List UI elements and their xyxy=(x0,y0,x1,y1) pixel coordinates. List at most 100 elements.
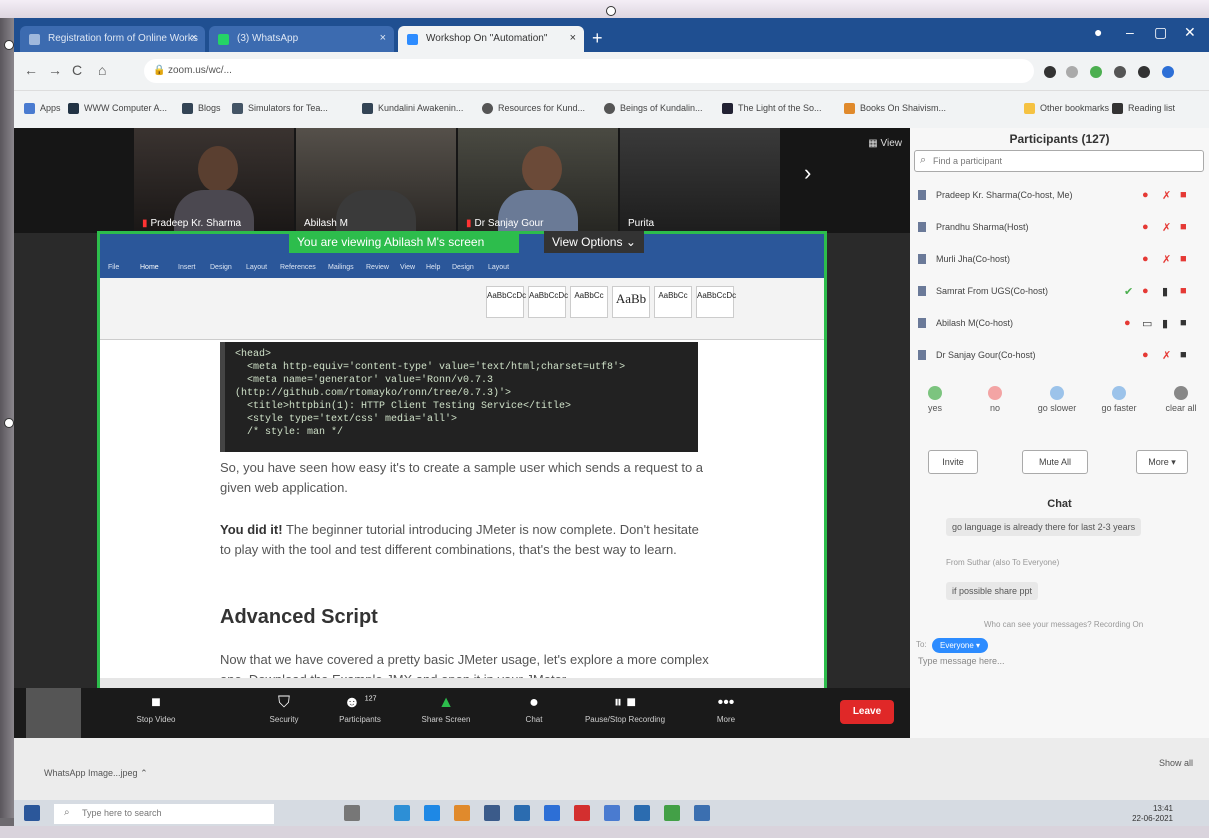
chevron-right-icon[interactable]: › xyxy=(804,160,811,186)
bookmark-item[interactable]: Resources for Kund... xyxy=(482,103,585,114)
extension-icon[interactable] xyxy=(1114,66,1126,78)
opera-icon[interactable] xyxy=(574,805,590,821)
tab-workshop[interactable]: Workshop On "Automation" × xyxy=(398,26,584,52)
participant-row[interactable]: Abilash M(Co-host) ● ▭ ▮ ■ xyxy=(910,310,1209,336)
mute-all-button[interactable]: Mute All xyxy=(1022,450,1088,474)
reload-button[interactable]: C xyxy=(72,62,82,78)
chat-recipient-select[interactable]: Everyone ▾ xyxy=(932,638,989,653)
home-button[interactable]: ⌂ xyxy=(98,62,106,78)
style-normal[interactable]: AaBbCcDc xyxy=(486,286,526,318)
chrome-icon[interactable] xyxy=(664,805,680,821)
forward-button[interactable]: → xyxy=(48,62,62,78)
show-all-button[interactable]: Show all xyxy=(1159,758,1193,768)
participant-search-input[interactable]: ⌕ Find a participant xyxy=(914,150,1204,172)
more-button[interactable]: ••• More xyxy=(696,694,756,724)
more-button[interactable]: More ▾ xyxy=(1136,450,1188,474)
tab-whatsapp[interactable]: (3) WhatsApp × xyxy=(209,26,394,52)
video-tile[interactable]: Purita xyxy=(620,128,780,233)
app-icon[interactable] xyxy=(454,805,470,821)
security-button[interactable]: ⛉ Security xyxy=(254,694,314,724)
app-icon[interactable] xyxy=(634,805,650,821)
close-window-button[interactable]: ✕ xyxy=(1184,24,1196,41)
taskbar-search-input[interactable]: ⌕ Type here to search xyxy=(54,804,274,824)
reaction-no[interactable]: no xyxy=(970,386,1020,413)
task-view-icon[interactable] xyxy=(344,805,360,821)
recording-button[interactable]: ⏸ ■ Pause/Stop Recording xyxy=(580,694,670,724)
ribbon-tab[interactable]: References xyxy=(280,264,316,271)
ribbon-tab[interactable]: Home xyxy=(140,264,159,271)
participants-button[interactable]: ☻ 127 Participants xyxy=(330,694,390,724)
minimize-button[interactable]: – xyxy=(1126,24,1134,40)
back-button[interactable]: ← xyxy=(24,62,38,78)
mail-icon[interactable] xyxy=(514,805,530,821)
video-tile[interactable]: Abilash M xyxy=(296,128,456,233)
close-icon[interactable]: × xyxy=(380,32,386,44)
reaction-go-slower[interactable]: go slower xyxy=(1032,386,1082,413)
participant-row[interactable]: Murli Jha(Co-host) ● ✗ ■ xyxy=(910,246,1209,272)
style-heading4[interactable]: AaBbCcDc xyxy=(696,286,736,318)
store-icon[interactable] xyxy=(484,805,500,821)
ribbon-tab[interactable]: Review xyxy=(366,264,389,271)
self-video[interactable] xyxy=(26,688,81,738)
bookmark-item[interactable]: Books On Shaivism... xyxy=(844,103,946,114)
style-heading3[interactable]: AaBbCc xyxy=(654,286,692,318)
edge-icon[interactable] xyxy=(394,805,410,821)
chat-input[interactable]: Type message here... xyxy=(918,656,1005,666)
ribbon-tab[interactable]: Insert xyxy=(178,264,196,271)
bookmark-item[interactable]: Beings of Kundalin... xyxy=(604,103,703,114)
download-item[interactable]: WhatsApp Image...jpeg ⌃ xyxy=(44,768,148,779)
video-tile[interactable]: ▮ Dr Sanjay Gour xyxy=(458,128,618,233)
star-icon[interactable] xyxy=(1066,66,1078,78)
participant-row[interactable]: Samrat From UGS(Co-host) ✔ ● ▮ ■ xyxy=(910,278,1209,304)
reaction-yes[interactable]: yes xyxy=(910,386,960,413)
bookmark-other[interactable]: Other bookmarks xyxy=(1024,103,1109,114)
bookmark-item[interactable]: Blogs xyxy=(182,103,221,114)
ribbon-tab[interactable]: Design xyxy=(210,264,232,271)
bookmark-apps[interactable]: Apps xyxy=(24,103,61,114)
bookmark-reading-list[interactable]: Reading list xyxy=(1112,103,1175,114)
ribbon-tab[interactable]: Layout xyxy=(246,264,267,271)
avatar[interactable] xyxy=(1162,66,1174,78)
bookmark-item[interactable]: WWW Computer A... xyxy=(68,103,167,114)
extension-icon[interactable] xyxy=(1044,66,1056,78)
video-tile[interactable]: ▮ Pradeep Kr. Sharma xyxy=(134,128,294,233)
style-heading2[interactable]: AaBb xyxy=(612,286,650,318)
style-no-spacing[interactable]: AaBbCcDc xyxy=(528,286,568,318)
system-clock[interactable]: 13:41 22-06-2021 xyxy=(1132,804,1173,824)
windows-start-icon[interactable] xyxy=(24,805,40,821)
new-tab-button[interactable]: + xyxy=(592,28,603,49)
stop-video-button[interactable]: ■ Stop Video xyxy=(126,694,186,724)
app-icon[interactable] xyxy=(424,805,440,821)
ribbon-tab[interactable]: View xyxy=(400,264,415,271)
participant-row[interactable]: Prandhu Sharma(Host) ● ✗ ■ xyxy=(910,214,1209,240)
bookmark-item[interactable]: Kundalini Awakenin... xyxy=(362,103,463,114)
ribbon-tab[interactable]: File xyxy=(108,264,119,271)
invite-button[interactable]: Invite xyxy=(928,450,978,474)
ribbon-tab[interactable]: Mailings xyxy=(328,264,354,271)
maximize-button[interactable]: ▢ xyxy=(1154,24,1167,41)
extension-icon[interactable] xyxy=(1090,66,1102,78)
participant-row[interactable]: Pradeep Kr. Sharma(Co-host, Me) ● ✗ ■ xyxy=(910,182,1209,208)
tab-registration[interactable]: Registration form of Online Works × xyxy=(20,26,205,52)
share-screen-button[interactable]: ▲ Share Screen xyxy=(416,694,476,724)
photos-icon[interactable] xyxy=(694,805,710,821)
ribbon-tab[interactable]: Layout xyxy=(488,264,509,271)
app-icon[interactable] xyxy=(604,805,620,821)
profile-icon[interactable]: ● xyxy=(1094,24,1102,40)
view-button[interactable]: ▦ View xyxy=(868,138,902,149)
reaction-clear-all[interactable]: clear all xyxy=(1156,386,1206,413)
ribbon-tab[interactable]: Design xyxy=(452,264,474,271)
ribbon-tab[interactable]: Help xyxy=(426,264,440,271)
view-options-button[interactable]: View Options ⌄ xyxy=(544,231,644,253)
bookmark-item[interactable]: The Light of the So... xyxy=(722,103,822,114)
participant-row[interactable]: Dr Sanjay Gour(Co-host) ● ✗ ■ xyxy=(910,342,1209,368)
leave-button[interactable]: Leave xyxy=(840,700,894,724)
style-heading1[interactable]: AaBbCc xyxy=(570,286,608,318)
puzzle-icon[interactable] xyxy=(1138,66,1150,78)
bookmark-item[interactable]: Simulators for Tea... xyxy=(232,103,328,114)
close-icon[interactable]: × xyxy=(191,32,197,44)
url-input[interactable]: 🔒 zoom.us/wc/... xyxy=(144,59,1034,83)
app-icon[interactable] xyxy=(544,805,560,821)
reaction-go-faster[interactable]: go faster xyxy=(1094,386,1144,413)
chat-button[interactable]: ● Chat xyxy=(504,694,564,724)
